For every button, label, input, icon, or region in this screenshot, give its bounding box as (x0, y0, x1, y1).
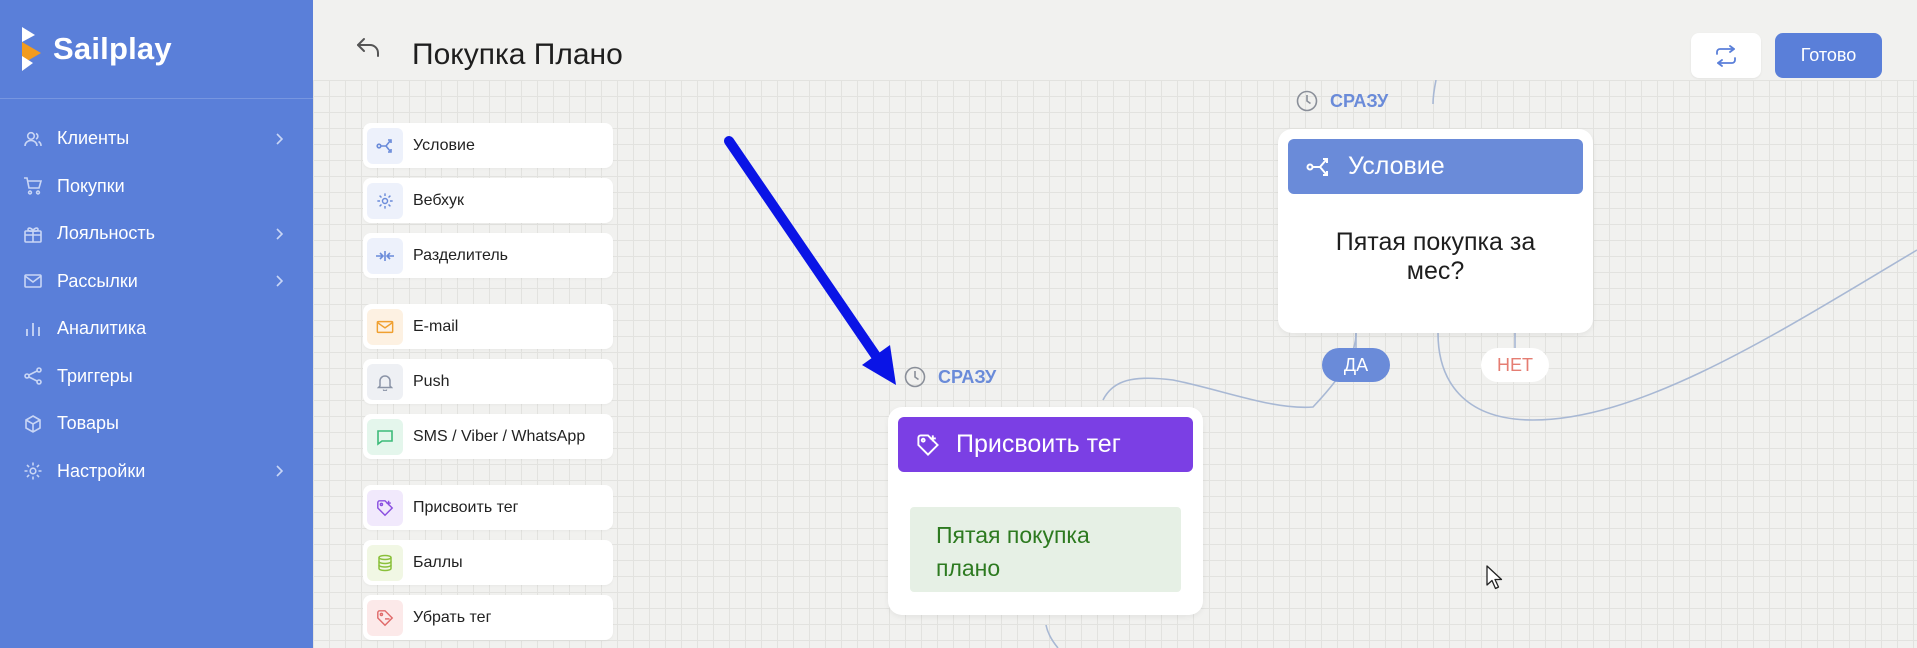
sidebar-item-mailings[interactable]: Рассылки (0, 258, 313, 306)
page-header: Покупка Плано Готово (313, 0, 1917, 80)
sidebar-item-triggers[interactable]: Триггеры (0, 353, 313, 401)
box-icon (23, 414, 43, 434)
mouse-cursor-icon (1486, 565, 1503, 590)
gift-icon (23, 224, 43, 244)
mail-icon (23, 271, 43, 291)
done-button[interactable]: Готово (1775, 33, 1882, 78)
chevron-right-icon (276, 275, 283, 287)
annotation-arrow (724, 136, 896, 385)
chevron-right-icon (276, 228, 283, 240)
back-button[interactable] (356, 36, 382, 63)
swap-button[interactable] (1691, 33, 1761, 78)
app-name: Sailplay (53, 31, 172, 66)
users-icon (23, 129, 43, 149)
page-title: Покупка Плано (412, 38, 623, 71)
sidebar: Sailplay Клиенты Покупки Лояльность Расс… (0, 0, 313, 648)
gear-icon (23, 461, 43, 481)
back-arrow-icon (357, 38, 379, 57)
share-nodes-icon (23, 366, 43, 386)
swap-arrows-icon (1716, 44, 1736, 67)
sidebar-item-settings[interactable]: Настройки (0, 448, 313, 496)
sidebar-item-purchases[interactable]: Покупки (0, 163, 313, 211)
sidebar-item-clients[interactable]: Клиенты (0, 115, 313, 163)
workflow-canvas[interactable]: Условие Вебхук Разделитель E-mail Push S… (313, 80, 1917, 648)
sidebar-item-products[interactable]: Товары (0, 400, 313, 448)
chevron-right-icon (276, 465, 283, 477)
sailplay-logo-icon (22, 27, 41, 71)
sidebar-nav: Клиенты Покупки Лояльность Рассылки Анал… (0, 99, 313, 495)
sidebar-item-loyalty[interactable]: Лояльность (0, 210, 313, 258)
logo[interactable]: Sailplay (0, 0, 313, 99)
cart-icon (23, 176, 43, 196)
bar-chart-icon (23, 319, 43, 339)
chevron-right-icon (276, 133, 283, 145)
sidebar-item-analytics[interactable]: Аналитика (0, 305, 313, 353)
